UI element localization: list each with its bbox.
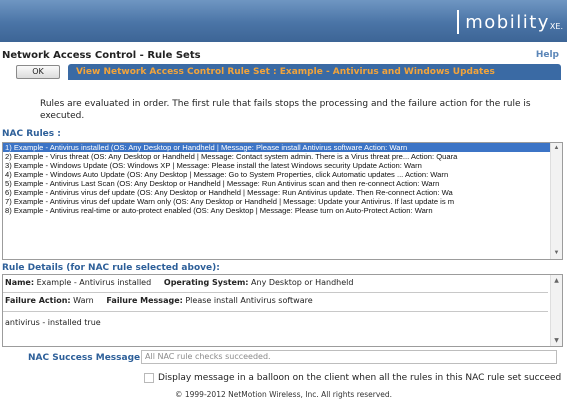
nac-rule-item[interactable]: 2) Example - Virus threat (OS: Any Deskt… bbox=[3, 152, 562, 161]
rule-details-label: Rule Details (for NAC rule selected abov… bbox=[2, 263, 220, 273]
rule-name-line: Name: Example - Antivirus installed Oper… bbox=[5, 278, 353, 287]
help-link[interactable]: Help bbox=[536, 50, 559, 60]
success-message-label: NAC Success Message: bbox=[28, 353, 144, 363]
evaluation-note: Rules are evaluated in order. The first … bbox=[40, 99, 531, 121]
failure-line: Failure Action: Warn Failure Message: Pl… bbox=[5, 296, 313, 305]
rule-condition: antivirus - installed true bbox=[5, 318, 101, 327]
logo-text: mobility bbox=[465, 11, 550, 33]
details-divider bbox=[3, 311, 548, 312]
details-scrollbar[interactable]: ▲ ▼ bbox=[550, 275, 562, 346]
failure-action-label: Failure Action: bbox=[5, 296, 71, 305]
rule-name-value: Example - Antivirus installed bbox=[36, 278, 152, 287]
logo-suffix: XE. bbox=[549, 21, 563, 31]
nac-rules-list: 1) Example - Antivirus installed (OS: An… bbox=[3, 143, 562, 215]
success-message-field[interactable]: All NAC rule checks succeeded. bbox=[141, 350, 557, 364]
netmotion-logo: mobility XE. bbox=[457, 9, 563, 35]
copyright-text: © 1999-2012 NetMotion Wireless, Inc. All… bbox=[174, 390, 393, 399]
scroll-up-icon[interactable]: ▲ bbox=[551, 143, 562, 154]
os-value: Any Desktop or Handheld bbox=[251, 278, 354, 287]
balloon-checkbox-label: Display message in a balloon on the clie… bbox=[158, 373, 562, 383]
balloon-checkbox[interactable] bbox=[144, 373, 154, 383]
nac-rule-item[interactable]: 4) Example - Windows Auto Update (OS: An… bbox=[3, 170, 562, 179]
rules-scrollbar[interactable]: ▲ ▼ bbox=[550, 143, 562, 259]
logo-divider bbox=[457, 10, 460, 34]
failure-message-value: Please install Antivirus software bbox=[185, 296, 313, 305]
ok-button[interactable]: OK bbox=[16, 65, 60, 79]
rule-name-label: Name: bbox=[5, 278, 35, 287]
failure-message-label: Failure Message: bbox=[106, 296, 183, 305]
nac-rule-item[interactable]: 6) Example - Antivirus virus def update … bbox=[3, 188, 562, 197]
scroll-down-icon[interactable]: ▼ bbox=[551, 335, 562, 346]
failure-action-value: Warn bbox=[73, 296, 94, 305]
page-title: Network Access Control - Rule Sets bbox=[2, 50, 201, 61]
scroll-up-icon[interactable]: ▲ bbox=[551, 275, 562, 286]
top-banner: mobility XE. bbox=[0, 0, 567, 42]
nac-rule-item[interactable]: 1) Example - Antivirus installed (OS: An… bbox=[3, 143, 562, 152]
nac-rule-item[interactable]: 5) Example - Antivirus Last Scan (OS: An… bbox=[3, 179, 562, 188]
ruleset-title-bar: View Network Access Control Rule Set : E… bbox=[68, 64, 561, 80]
nac-rule-item[interactable]: 8) Example - Antivirus real-time or auto… bbox=[3, 206, 562, 215]
scroll-down-icon[interactable]: ▼ bbox=[551, 248, 562, 259]
nac-rules-label: NAC Rules : bbox=[2, 129, 61, 139]
nac-rules-listbox[interactable]: 1) Example - Antivirus installed (OS: An… bbox=[2, 142, 563, 260]
rule-details-box: Name: Example - Antivirus installed Oper… bbox=[2, 274, 563, 347]
nac-rule-item[interactable]: 7) Example - Antivirus virus def update … bbox=[3, 197, 562, 206]
nac-rule-item[interactable]: 3) Example - Windows Update (OS: Windows… bbox=[3, 161, 562, 170]
details-divider bbox=[3, 292, 548, 293]
os-label: Operating System: bbox=[163, 278, 249, 287]
